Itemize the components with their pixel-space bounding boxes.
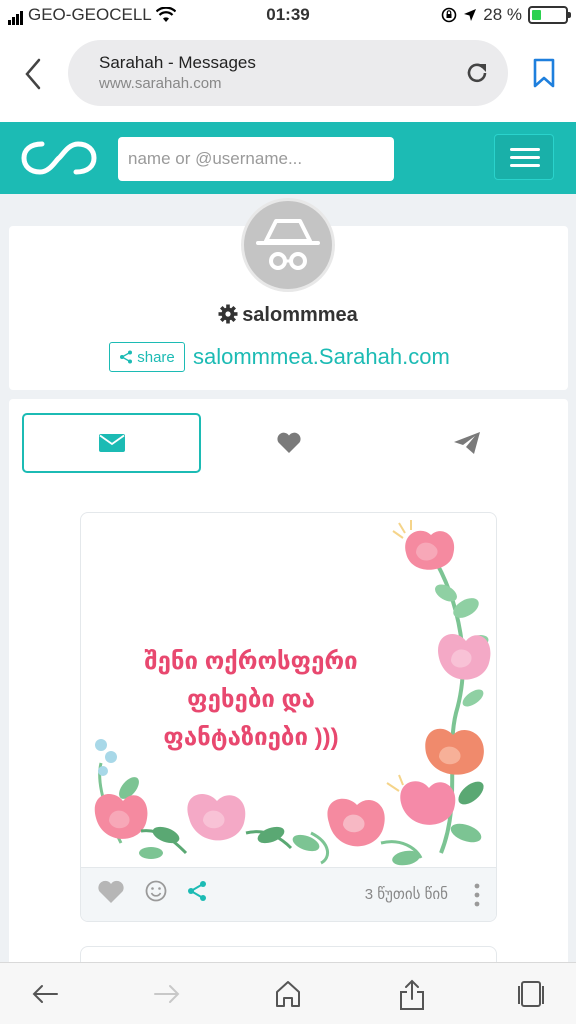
menu-button[interactable]	[494, 134, 554, 180]
location-icon	[464, 9, 477, 21]
share-upload-icon[interactable]	[398, 979, 426, 1011]
share-row: share salommmea.Sarahah.com	[109, 342, 450, 372]
more-options-icon[interactable]	[474, 882, 480, 908]
tab-received[interactable]	[22, 413, 201, 473]
profile-username: salommmea	[0, 304, 576, 327]
share-button[interactable]: share	[109, 342, 185, 372]
site-navbar	[0, 122, 576, 194]
message-line: ფეხები და	[187, 686, 315, 713]
avatar	[241, 198, 335, 292]
share-label: share	[137, 348, 175, 366]
address-bar[interactable]: Sarahah - Messages www.sarahah.com	[68, 40, 508, 106]
incognito-icon	[256, 219, 320, 270]
tab-favorites[interactable]	[200, 413, 378, 473]
tabs-icon[interactable]	[516, 979, 546, 1009]
tab-sent[interactable]	[378, 413, 556, 473]
rotation-lock-icon	[441, 7, 457, 23]
back-chevron-icon[interactable]	[18, 54, 48, 94]
gear-icon[interactable]	[218, 304, 238, 324]
share-message-icon[interactable]	[187, 880, 207, 902]
status-bar: GEO-GEOCELL 01:39 28 %	[0, 0, 576, 30]
search-input[interactable]	[118, 137, 394, 181]
battery-icon	[528, 6, 571, 24]
message-line: შენი ოქროსფერი	[144, 648, 358, 675]
message-text: შენი ოქროსფერი ფეხები და ფანტაზიები )))	[121, 643, 381, 757]
page-title: Sarahah - Messages	[99, 53, 256, 72]
reload-icon[interactable]	[464, 60, 490, 86]
message-card-footer: 3 წუთის წინ	[81, 867, 496, 921]
home-icon[interactable]	[274, 979, 302, 1009]
browser-bar: Sarahah - Messages www.sarahah.com	[0, 30, 576, 122]
emoji-icon[interactable]	[145, 880, 167, 902]
message-card: შენი ოქროსფერი ფეხები და ფანტაზიები ))) …	[80, 512, 497, 922]
browser-toolbar	[0, 962, 576, 1024]
message-time: 3 წუთის წინ	[364, 886, 448, 903]
page-url: www.sarahah.com	[99, 75, 222, 92]
profile-link[interactable]: salommmea.Sarahah.com	[193, 344, 450, 370]
sarahah-logo-icon[interactable]	[20, 136, 98, 180]
forward-arrow-icon[interactable]	[152, 979, 182, 1009]
back-arrow-icon[interactable]	[30, 979, 60, 1009]
message-line: ფანტაზიები )))	[163, 724, 339, 751]
paper-plane-icon	[454, 432, 480, 454]
share-icon	[120, 350, 133, 364]
battery-percent: 28 %	[483, 5, 522, 24]
heart-icon	[277, 432, 301, 453]
bookmark-icon[interactable]	[532, 58, 556, 88]
username-label: salommmea	[242, 304, 358, 326]
favorite-heart-icon[interactable]	[97, 880, 125, 904]
envelope-icon	[98, 434, 125, 452]
